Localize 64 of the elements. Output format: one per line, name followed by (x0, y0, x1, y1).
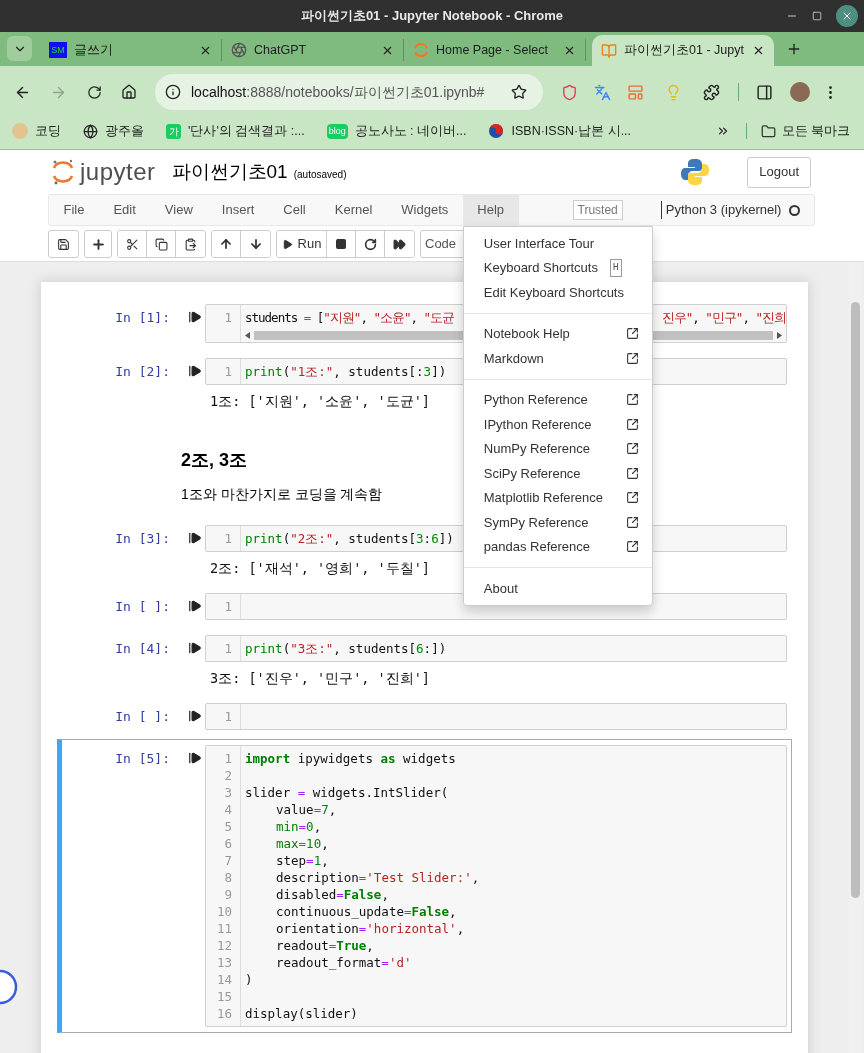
code-line: continuous_update=False, (275, 903, 457, 920)
line-number: 1 (223, 309, 233, 326)
cell-prompt: In [3]: (114, 530, 171, 548)
code-line: display(slider) (245, 1005, 358, 1022)
cell-prompt: In [4]: (114, 640, 171, 658)
line-number: 1 (223, 640, 233, 657)
line-number: 1 (223, 708, 233, 725)
code-line: value=7, (275, 801, 337, 818)
line-number: 6 (223, 835, 233, 852)
code-line: ) (245, 971, 253, 988)
code-line: orientation='horizontal', (275, 920, 465, 937)
code-line: students = ["지원", "소윤", "도균 진우", "민구", "진희 (245, 309, 786, 326)
line-number: 10 (215, 903, 233, 920)
markdown-heading: 2조, 3조 (181, 449, 248, 472)
line-number: 1 (223, 598, 233, 615)
code-line: print("2조:", students[3:6]) (245, 530, 454, 547)
cell-prompt: In [ ]: (114, 598, 171, 616)
line-number: 11 (215, 920, 233, 937)
line-number: 1 (223, 750, 233, 767)
code-line: readout=True, (275, 937, 374, 954)
site-icon: SM (49, 42, 67, 58)
cell-output: 2조: ['재석', '영희', '두칠'] (210, 559, 430, 578)
line-number: 2 (223, 767, 233, 784)
cell-prompt: In [2]: (114, 363, 171, 381)
line-number: 13 (215, 954, 233, 971)
code-line: import ipywidgets as widgets (245, 750, 456, 767)
tab-title: Home Page - Select (436, 41, 549, 59)
site-icon: 가 (166, 123, 181, 139)
line-number: 14 (215, 971, 233, 988)
line-number: 5 (223, 818, 233, 835)
line-number: 4 (223, 801, 233, 818)
url-text: localhost:8888/notebooks/파이썬기초01.ipynb# (191, 82, 486, 102)
line-number: 15 (215, 988, 233, 1005)
save-status: (autosaved) (293, 168, 347, 182)
tab-title: ChatGPT (254, 41, 308, 59)
code-line: slider = widgets.IntSlider( (245, 784, 449, 801)
shortcut-key: H (609, 258, 622, 277)
code-line: print("1조:", students[:3]) (245, 363, 447, 380)
line-number: 12 (215, 937, 233, 954)
tab-title: 파이썬기초01 - Jupyt (624, 42, 745, 60)
line-number: 3 (223, 784, 233, 801)
tab-title: 글쓰기 (74, 41, 114, 59)
code-line: readout_format='d' (275, 954, 412, 971)
line-number: 8 (223, 869, 233, 886)
cell-prompt: In [1]: (114, 309, 171, 327)
cell-prompt: In [5]: (114, 750, 171, 768)
code-line: print("3조:", students[6:]) (245, 640, 447, 657)
markdown-text: 1조와 마찬가지로 코딩을 계속함 (181, 485, 383, 504)
line-number: 1 (223, 363, 233, 380)
line-number: 1 (223, 530, 233, 547)
code-line: max=10, (275, 835, 329, 852)
code-line: min=0, (275, 818, 322, 835)
window-title: 파이썬기초01 - Jupyter Notebook - Chrome (300, 7, 564, 26)
line-number: 16 (215, 1005, 233, 1022)
code-line: disabled=False, (275, 886, 389, 903)
cell-output: 1조: ['지원', '소윤', '도균'] (210, 392, 430, 411)
blog-icon: blog (326, 123, 348, 139)
line-number: 7 (223, 852, 233, 869)
cell-prompt: In [ ]: (114, 708, 171, 726)
kernel-name: Python 3 (ipykernel) (665, 201, 782, 220)
code-line: description='Test Slider:', (275, 869, 480, 886)
line-number: 9 (223, 886, 233, 903)
code-line: step=1, (275, 852, 329, 869)
cell-output: 3조: ['진우', '민구', '진희'] (210, 669, 430, 688)
